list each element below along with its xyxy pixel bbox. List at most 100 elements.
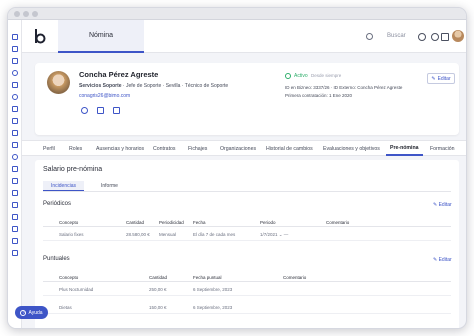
column-header: Cantidad <box>149 275 168 280</box>
message-icon[interactable] <box>113 107 120 114</box>
nav-time-icon[interactable] <box>12 94 18 100</box>
nav-recruiting-icon[interactable] <box>12 178 18 184</box>
first-contract-line: Primera contratación: 1 Ene 2020 <box>285 93 353 98</box>
column-header: Cantidad <box>126 220 145 225</box>
help-label: Ayuda <box>28 309 43 316</box>
tab-formacion[interactable]: Formación <box>430 141 455 156</box>
nav-payroll-icon[interactable] <box>12 106 18 112</box>
nav-evaluation-icon[interactable] <box>12 166 18 172</box>
employee-photo <box>47 71 70 94</box>
column-header: Concepto <box>59 275 79 280</box>
tab-pre-nomina[interactable]: Pre-nómina <box>386 141 423 156</box>
tab-fichajes[interactable]: Fichajes <box>188 141 207 156</box>
search-placeholder: Buscar <box>387 33 406 39</box>
table-row[interactable]: Plus Nocturnidad 250,00 € 6 Septiembre, … <box>43 283 451 296</box>
cell-cantidad: 28.580,00 € <box>126 232 150 237</box>
window-close-dot[interactable] <box>14 11 20 17</box>
employee-role-list: · Jefe de Soporte · Sevilla · Técnico de… <box>122 83 229 89</box>
subtab-incidencias[interactable]: Incidencias <box>43 181 85 191</box>
apps-icon[interactable] <box>441 33 449 41</box>
employee-roles: Servicios Soporte · Jefe de Soporte · Se… <box>79 83 228 89</box>
column-header: Periodo <box>260 220 276 225</box>
cell-cantidad: 250,00 € <box>149 287 167 292</box>
question-icon: ? <box>20 309 27 316</box>
subtab-divider <box>43 191 451 192</box>
tab-organizaciones[interactable]: Organizaciones <box>220 141 256 156</box>
nav-analytics-icon[interactable] <box>12 214 18 220</box>
cell-concepto: Dietas <box>59 305 72 310</box>
status-label: Activo <box>294 73 308 79</box>
tab-roles[interactable]: Roles <box>69 141 82 156</box>
cell-fecha: 6 Septiembre, 2023 <box>193 305 233 310</box>
tab-historial-cambios[interactable]: Historial de cambios <box>266 141 313 156</box>
window-minimize-dot[interactable] <box>23 11 29 17</box>
nav-documents-icon[interactable] <box>12 82 18 88</box>
column-header: Fecha puntual <box>193 275 222 280</box>
section-tab-nomina[interactable]: Nómina <box>58 20 144 53</box>
edit-profile-button[interactable]: ✎ Editar <box>427 73 455 84</box>
periodicos-title: Periódicos <box>43 201 72 207</box>
cell-concepto: Salario fixes <box>59 232 84 237</box>
periodicos-edit-label: Editar <box>438 202 452 208</box>
search-box[interactable]: Buscar <box>366 32 416 44</box>
nav-calendar-icon[interactable] <box>12 58 18 64</box>
nav-training-icon[interactable] <box>12 142 18 148</box>
tab-perfil[interactable]: Perfil <box>43 141 55 156</box>
cell-periodo[interactable]: 1/7/2021 ⌄ — <box>260 232 288 238</box>
nav-settings-icon[interactable] <box>12 250 18 256</box>
nav-projects-icon[interactable] <box>12 226 18 232</box>
table-row[interactable]: Salario fixes 28.580,00 € Mensual El día… <box>43 228 451 241</box>
edit-profile-label: Editar <box>437 75 451 82</box>
nav-clock-icon[interactable] <box>12 70 18 76</box>
bizneo-logo-icon[interactable] <box>34 28 46 45</box>
pencil-icon: ✎ <box>431 75 436 82</box>
user-avatar[interactable] <box>452 30 464 42</box>
tab-evaluaciones-objetivos[interactable]: Evaluaciones y objetivos <box>323 141 380 156</box>
nav-surveys-icon[interactable] <box>12 202 18 208</box>
clock-icon[interactable] <box>81 107 88 114</box>
nav-reports-icon[interactable] <box>12 130 18 136</box>
tab-ausencias-horarios[interactable]: Ausencias y horarios <box>96 141 144 156</box>
periodicos-edit-button[interactable]: ✎ Editar <box>433 202 452 208</box>
table-row[interactable]: Dietas 150,00 € 6 Septiembre, 2023 <box>43 301 451 314</box>
employee-department: Servicios Soporte <box>79 83 122 89</box>
column-header: Comentario <box>283 275 307 280</box>
left-nav-rail <box>8 20 22 328</box>
app-window: Nómina Buscar Concha Pérez Agreste Servi… <box>7 7 467 329</box>
nav-chat-icon[interactable] <box>12 190 18 196</box>
employee-profile-card: Concha Pérez Agreste Servicios Soporte ·… <box>35 63 459 135</box>
pre-nomina-panel: Salario pre-nómina Incidencias Informe P… <box>35 160 459 328</box>
window-maximize-dot[interactable] <box>32 11 38 17</box>
nav-goals-icon[interactable] <box>12 154 18 160</box>
column-header: Concepto <box>59 220 79 225</box>
cell-fecha: El día 7 de cada mes <box>193 232 236 237</box>
main-content: Concha Pérez Agreste Servicios Soporte ·… <box>22 53 466 328</box>
cell-periodicidad: Mensual <box>159 232 177 237</box>
nav-expenses-icon[interactable] <box>12 118 18 124</box>
employee-name: Concha Pérez Agreste <box>79 70 159 79</box>
nav-people-icon[interactable] <box>12 46 18 52</box>
help-icon[interactable] <box>418 33 426 41</box>
notifications-icon[interactable] <box>431 33 439 41</box>
cell-concepto: Plus Nocturnidad <box>59 287 94 292</box>
puntuales-edit-button[interactable]: ✎ Editar <box>433 257 452 263</box>
help-button[interactable]: ? Ayuda <box>15 306 48 319</box>
column-header: Comentario <box>326 220 350 225</box>
puntuales-edit-label: Editar <box>438 257 452 263</box>
employee-tabs: Perfil Roles Ausencias y horarios Contra… <box>22 140 466 156</box>
periodicos-table-header: Concepto Cantidad Periodicidad Fecha Per… <box>43 218 451 227</box>
nav-home-icon[interactable] <box>12 34 18 40</box>
cell-cantidad: 150,00 € <box>149 305 167 310</box>
column-header: Fecha <box>193 220 206 225</box>
search-icon <box>366 33 373 40</box>
column-header: Periodicidad <box>159 220 184 225</box>
puntuales-table-header: Concepto Cantidad Fecha puntual Comentar… <box>43 273 451 282</box>
nav-benefits-icon[interactable] <box>12 238 18 244</box>
calendar-icon[interactable] <box>97 107 104 114</box>
tab-contratos[interactable]: Contratos <box>153 141 176 156</box>
employee-email[interactable]: conagris26@bimo.com <box>79 93 130 99</box>
puntuales-title: Puntuales <box>43 256 70 262</box>
employee-id-line: ID en Bizneo: 3337/26 · ID Externo: Conc… <box>285 85 403 90</box>
panel-title: Salario pre-nómina <box>43 166 103 173</box>
subtab-informe[interactable]: Informe <box>97 181 122 191</box>
